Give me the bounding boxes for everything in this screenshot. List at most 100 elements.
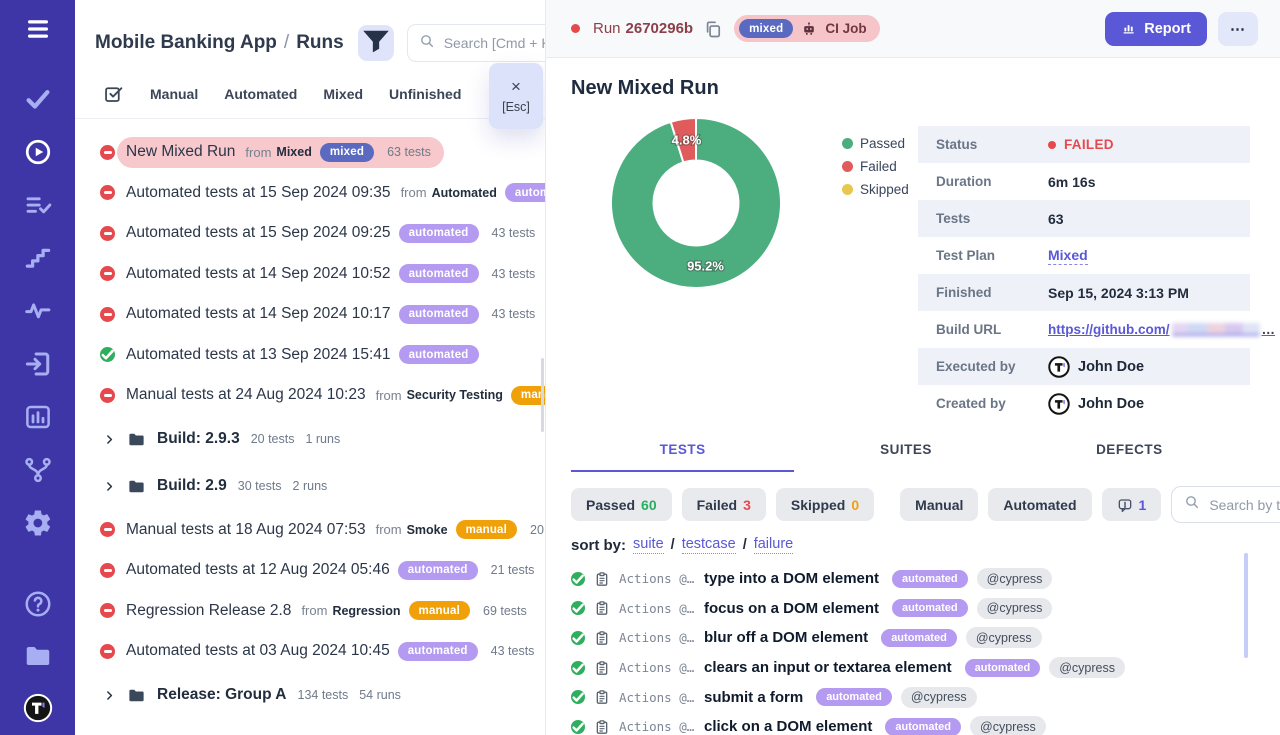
info-row-status: StatusFAILED — [918, 126, 1250, 163]
legend-item-failed[interactable]: Failed — [842, 159, 909, 174]
tab-defects[interactable]: DEFECTS — [1018, 442, 1241, 472]
chart-legend: Passed Failed Skipped — [842, 136, 909, 205]
failed-status-icon — [100, 388, 115, 403]
build-url-link[interactable]: https://github.com/… — [1048, 322, 1275, 337]
test-row[interactable]: Actions @…blur off a DOM elementautomate… — [571, 623, 1280, 653]
breadcrumb-project[interactable]: Mobile Banking App — [95, 32, 277, 53]
run-folder-row[interactable]: Release: Group A134 tests54 runs — [75, 672, 545, 719]
test-row[interactable]: Actions @…clears an input or textarea el… — [571, 653, 1280, 683]
chevron-right-icon[interactable] — [103, 480, 116, 493]
test-plans-icon[interactable] — [23, 190, 53, 220]
test-row[interactable]: Actions @…click on a DOM elementautomate… — [571, 712, 1280, 735]
sort-by-suite[interactable]: suite — [633, 536, 664, 554]
runs-list-scrollbar[interactable] — [541, 358, 545, 432]
sort-by-testcase[interactable]: testcase — [682, 536, 736, 554]
run-tests-count: 21 tests — [491, 563, 535, 577]
run-row[interactable]: Automated tests at 14 Sep 2024 10:17auto… — [75, 294, 545, 335]
runs-play-icon[interactable] — [23, 137, 53, 167]
failed-status-icon — [100, 644, 115, 659]
run-row[interactable]: Automated tests at 15 Sep 2024 09:25auto… — [75, 213, 545, 254]
run-detail-topbar: Run 2670296b mixed CI Job Report ⋯ — [546, 0, 1280, 58]
run-row[interactable]: Automated tests at 14 Sep 2024 10:52auto… — [75, 254, 545, 295]
settings-gear-icon[interactable] — [23, 508, 53, 538]
legend-label: Failed — [860, 159, 897, 174]
test-row[interactable]: Actions @…submit a formautomated@cypress — [571, 682, 1280, 712]
tab-manual[interactable]: Manual — [150, 86, 198, 102]
tab-automated[interactable]: Automated — [224, 86, 297, 102]
chevron-right-icon[interactable] — [103, 689, 116, 702]
select-all-icon[interactable] — [103, 83, 124, 104]
passed-status-icon — [571, 690, 585, 704]
runs-search[interactable] — [407, 24, 545, 62]
menu-icon[interactable] — [23, 14, 53, 44]
manual-badge: manual — [456, 520, 517, 539]
branches-icon[interactable] — [23, 455, 53, 485]
run-source: Security Testing — [407, 388, 503, 402]
run-title: New Mixed Run — [571, 77, 1280, 100]
tab-mixed[interactable]: Mixed — [323, 86, 363, 102]
run-row[interactable]: Automated tests at 12 Aug 2024 05:46auto… — [75, 550, 545, 591]
breadcrumb-current: Runs — [296, 32, 344, 53]
run-row[interactable]: Automated tests at 13 Sep 2024 15:41auto… — [75, 335, 545, 376]
escape-close-button[interactable]: × [Esc] — [489, 63, 543, 129]
legend-item-passed[interactable]: Passed — [842, 136, 909, 151]
passed-filter-chip[interactable]: Passed60 — [571, 488, 672, 521]
copy-run-id-button[interactable] — [703, 19, 723, 39]
passed-status-icon — [571, 601, 585, 615]
automated-badge: automated — [399, 305, 479, 324]
title-search-input[interactable] — [1209, 497, 1280, 513]
steps-icon[interactable] — [23, 243, 53, 273]
test-row[interactable]: Actions @…focus on a DOM elementautomate… — [571, 594, 1280, 624]
import-icon[interactable] — [23, 349, 53, 379]
legend-item-skipped[interactable]: Skipped — [842, 182, 909, 197]
run-row[interactable]: Automated tests at 15 Sep 2024 09:35from… — [75, 173, 545, 214]
tab-tests[interactable]: TESTS — [571, 442, 794, 472]
failed-filter-chip[interactable]: Failed3 — [682, 488, 766, 521]
chip-label: Failed — [697, 497, 737, 513]
projects-folder-icon[interactable] — [23, 641, 53, 671]
more-actions-button[interactable]: ⋯ — [1218, 12, 1258, 46]
run-row[interactable]: Automated tests at 03 Aug 2024 10:45auto… — [75, 631, 545, 672]
legend-dot — [842, 184, 853, 195]
tests-check-icon[interactable] — [23, 84, 53, 114]
automated-filter-chip[interactable]: Automated — [988, 488, 1091, 521]
runs-panel: Mobile Banking App/Runs ManualAutomatedM… — [75, 0, 545, 735]
run-row-content: Automated tests at 15 Sep 2024 09:35from… — [117, 177, 545, 208]
test-row[interactable]: Actions @…type into a DOM elementautomat… — [571, 564, 1280, 594]
info-plain-value: 6m 16s — [1048, 174, 1095, 190]
filter-button[interactable] — [358, 25, 394, 61]
manual-badge: manual — [409, 601, 470, 620]
tests-filter-row: Passed60 Failed3 Skipped0 Manual Automated 1 — [571, 486, 1280, 523]
run-folder-row[interactable]: Build: 2.9.320 tests1 runs — [75, 416, 545, 463]
analytics-icon[interactable] — [23, 402, 53, 432]
help-icon[interactable] — [23, 589, 53, 619]
runs-search-input[interactable] — [444, 35, 545, 51]
report-button[interactable]: Report — [1105, 12, 1207, 46]
run-folder-row[interactable]: Build: 2.930 tests2 runs — [75, 463, 545, 510]
status-value: FAILED — [1064, 137, 1114, 152]
info-label: Build URL — [936, 322, 1048, 337]
chevron-right-icon[interactable] — [103, 433, 116, 446]
test-plan-link[interactable]: Mixed — [1048, 247, 1088, 265]
app-logo[interactable] — [23, 693, 53, 723]
run-row[interactable]: Regression Release 2.8fromRegressionmanu… — [75, 591, 545, 632]
sort-by-failure[interactable]: failure — [754, 536, 794, 554]
skipped-filter-chip[interactable]: Skipped0 — [776, 488, 874, 521]
run-title: Automated tests at 15 Sep 2024 09:35 — [126, 184, 391, 202]
run-row[interactable]: Manual tests at 24 Aug 2024 10:23fromSec… — [75, 375, 545, 416]
pulse-icon[interactable] — [23, 296, 53, 326]
chip-label: Manual — [915, 497, 963, 513]
tests-scrollbar[interactable] — [1244, 553, 1248, 658]
manual-filter-chip[interactable]: Manual — [900, 488, 978, 521]
run-row[interactable]: New Mixed RunfromMixedmixed63 tests — [75, 132, 545, 173]
tab-suites[interactable]: SUITES — [794, 442, 1017, 472]
tab-unfinished[interactable]: Unfinished — [389, 86, 461, 102]
run-row[interactable]: Manual tests at 18 Aug 2024 07:53fromSmo… — [75, 510, 545, 551]
title-search[interactable] — [1171, 486, 1280, 523]
info-label: Tests — [936, 211, 1048, 226]
folder-runs-count: 2 runs — [293, 479, 328, 493]
suite-prefix: Actions @… — [619, 601, 695, 616]
comments-filter-chip[interactable]: 1 — [1102, 488, 1162, 521]
ci-job-pill[interactable]: mixed CI Job — [734, 15, 880, 42]
failed-status-icon — [100, 145, 115, 160]
